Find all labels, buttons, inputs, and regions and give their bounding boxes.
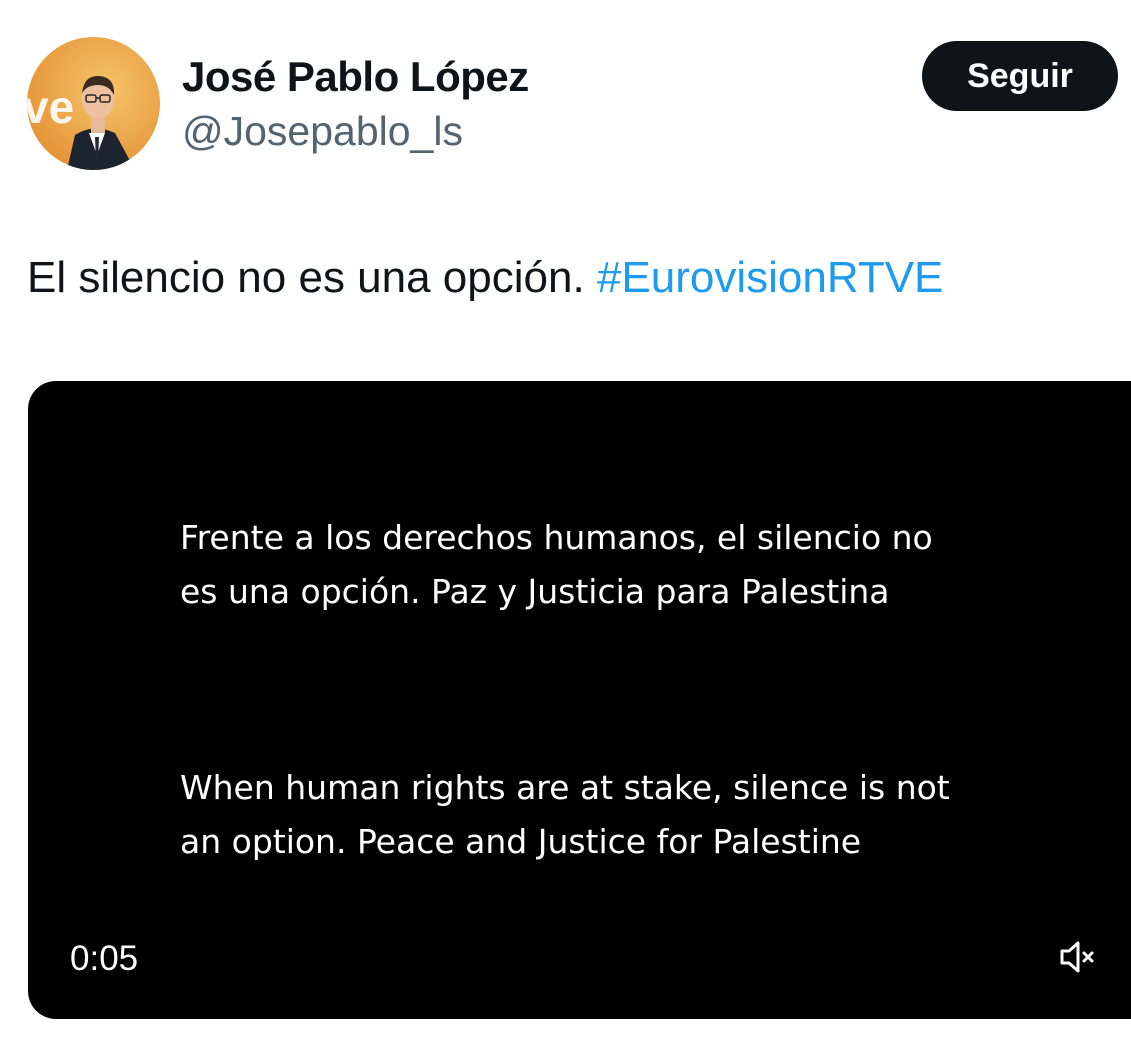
tweet-text: El silencio no es una opción. #Eurovisio… bbox=[27, 250, 943, 306]
author-display-name[interactable]: José Pablo López bbox=[182, 52, 529, 102]
hashtag-link[interactable]: #EurovisionRTVE bbox=[597, 253, 943, 302]
video-player[interactable]: Frente a los derechos humanos, el silenc… bbox=[28, 381, 1131, 1019]
avatar[interactable]: ve bbox=[27, 37, 160, 170]
video-timestamp: 0:05 bbox=[70, 939, 139, 978]
tweet-body: El silencio no es una opción. bbox=[27, 253, 585, 302]
author-handle[interactable]: @Josepablo_ls bbox=[182, 106, 463, 156]
avatar-background-text: ve bbox=[27, 81, 74, 133]
follow-button[interactable]: Seguir bbox=[922, 41, 1118, 111]
video-caption-english: When human rights are at stake, silence … bbox=[180, 768, 950, 861]
video-caption-spanish: Frente a los derechos humanos, el silenc… bbox=[180, 518, 933, 611]
speaker-muted-icon[interactable] bbox=[1058, 937, 1098, 977]
avatar-image: ve bbox=[27, 37, 160, 170]
